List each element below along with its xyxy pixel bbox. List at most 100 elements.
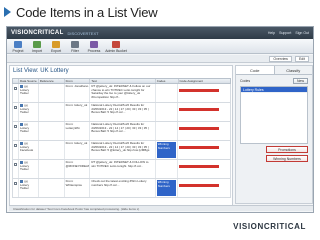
import-icon: [33, 41, 41, 48]
source-cell: UK Lottery Twitter: [19, 122, 39, 140]
reference-cell: [39, 160, 65, 178]
table-row[interactable]: UK Lottery Twitter From: @MONEYDREAM RT @j…: [12, 160, 231, 179]
admin-bucket-button[interactable]: Admin Bucket: [104, 39, 128, 53]
codes-row: Codes New: [240, 78, 308, 84]
code-list-item-lottery-rules[interactable]: Lottery Rules: [241, 87, 307, 93]
slide-title: Code Items in a List View: [4, 3, 158, 21]
source-cell: UK Lottery Twitter: [19, 179, 39, 197]
text-cell: RT @jettery_uk: INTERNET & Follow on our…: [90, 84, 156, 102]
tab-classify[interactable]: Classify: [275, 66, 313, 74]
code-panel: Code Classify Codes New Lottery Rules Pr…: [235, 65, 313, 204]
export-icon: [52, 41, 60, 48]
import-button[interactable]: Import: [28, 39, 46, 53]
filter-icon: [71, 41, 79, 48]
codes-cell: [156, 122, 179, 140]
list-view-panel: List View: UK Lottery Data Source Refere…: [9, 65, 233, 211]
column-header-text[interactable]: Text: [90, 79, 156, 83]
codes-cell: Winning Numbers: [156, 179, 179, 197]
edit-view-button[interactable]: Edit: [294, 55, 309, 62]
code-tag[interactable]: Winning Numbers: [156, 180, 177, 196]
app-logo: VISIONCRITICAL: [11, 30, 64, 36]
reference-cell: [39, 179, 65, 197]
code-assignment-bar: [179, 89, 220, 92]
code-assignment-cell: [178, 103, 230, 121]
reference-cell: [39, 84, 65, 102]
toolbar: Project Import Export Filter Process Adm…: [7, 39, 313, 54]
table-row[interactable]: UK Lottery Facebook From: lottery_uk Natio…: [12, 141, 231, 160]
from-cell: From: Jonathano: [65, 84, 91, 102]
app-logo-sub: DISCOVERTEXT: [67, 30, 99, 36]
code-assignment-cell: [178, 84, 230, 102]
list-title: List View: UK Lottery: [13, 68, 69, 74]
help-link[interactable]: Help: [268, 31, 275, 35]
table-row[interactable]: UK Lottery Twitter From: lottery_uk Nation…: [12, 103, 231, 122]
code-assignment-cell: [178, 179, 230, 197]
code-button-winning-numbers[interactable]: Winning Numbers: [266, 155, 308, 162]
from-cell: From: Writtenspice: [65, 179, 91, 197]
from-cell: From: @MONEYDREAM: [65, 160, 91, 178]
column-header-reference[interactable]: Reference: [39, 79, 65, 83]
row-checkbox[interactable]: [14, 106, 17, 109]
app-screenshot: VISIONCRITICAL DISCOVERTEXT Help Support…: [6, 26, 314, 213]
codes-cell: [156, 160, 179, 178]
text-cell: National Lottery #LottoPlus5 Results for…: [90, 103, 156, 121]
sign-out-link[interactable]: Sign Out: [295, 31, 309, 35]
code-assignment-bar: [179, 184, 220, 187]
app-topbar: VISIONCRITICAL DISCOVERTEXT Help Support…: [7, 27, 313, 39]
code-assignment-cell: [178, 141, 230, 159]
reference-cell: [39, 122, 65, 140]
column-header-code-assignment[interactable]: Code Assignment: [179, 79, 231, 83]
text-cell: National Lottery #LottoPlus5 Results for…: [90, 141, 156, 159]
project-icon: [14, 41, 22, 48]
process-button[interactable]: Process: [85, 39, 103, 53]
code-assignment-bar: [179, 108, 220, 111]
slide-title-text: Code Items in a List View: [16, 4, 158, 20]
brand-logo: VISIONCRITICAL: [233, 222, 306, 231]
column-header-source[interactable]: Data Source: [19, 79, 39, 83]
codes-cell: Winning Numbers: [156, 141, 179, 159]
text-cell: Check out the latest exciting #Win Lotte…: [90, 179, 156, 197]
code-list: Lottery Rules: [240, 86, 308, 144]
codes-label: Codes: [240, 79, 251, 83]
row-checkbox[interactable]: [14, 125, 17, 128]
source-cell: UK Lottery Twitter: [19, 160, 39, 178]
row-checkbox[interactable]: [14, 163, 17, 166]
overview-button[interactable]: Overview: [269, 55, 292, 62]
source-cell: UK Lottery Facebook: [19, 141, 39, 159]
items-table: Data Source Reference From Text Codes Co…: [12, 78, 231, 198]
process-icon: [90, 41, 98, 48]
code-assignment-bar: [179, 146, 220, 149]
panel-tabs: Code Classify: [236, 66, 312, 75]
text-cell: National Lottery #LottoPlus5 Results for…: [90, 122, 156, 140]
reference-cell: [39, 141, 65, 159]
table-row[interactable]: UK Lottery Twitter From: Writtenspice Chec…: [12, 179, 231, 198]
code-button-promotions[interactable]: Promotions: [266, 146, 308, 153]
filter-button[interactable]: Filter: [66, 39, 84, 53]
secondary-bar: Overview Edit: [7, 55, 313, 63]
row-checkbox[interactable]: [14, 144, 17, 147]
table-row[interactable]: UK Lottery Twitter From: Jonathano RT @jet…: [12, 84, 231, 103]
from-cell: From: LotteryWin: [65, 122, 91, 140]
row-checkbox[interactable]: [14, 182, 17, 185]
tab-code[interactable]: Code: [236, 66, 275, 74]
export-button[interactable]: Export: [47, 39, 65, 53]
code-assignment-bar: [179, 165, 220, 168]
column-header-codes[interactable]: Codes: [156, 79, 179, 83]
project-button[interactable]: Project: [9, 39, 27, 53]
source-cell: UK Lottery Twitter: [19, 84, 39, 102]
code-tag[interactable]: Winning Numbers: [156, 142, 177, 158]
code-assignment-bar: [179, 127, 220, 130]
text-cell: RT @jettery_uk: INTERNET & FOLLOW to win…: [90, 160, 156, 178]
codes-cell: [156, 103, 179, 121]
column-header-from[interactable]: From: [65, 79, 91, 83]
new-code-button[interactable]: New: [292, 78, 308, 84]
from-cell: From: lottery_uk: [65, 103, 91, 121]
row-checkbox[interactable]: [14, 87, 17, 90]
code-assignment-cell: [178, 160, 230, 178]
codes-cell: [156, 84, 179, 102]
support-link[interactable]: Support: [279, 31, 291, 35]
code-assignment-cell: [178, 122, 230, 140]
bullet-arrow-icon: [4, 7, 11, 17]
table-row[interactable]: UK Lottery Twitter From: LotteryWin Nation…: [12, 122, 231, 141]
from-cell: From: lottery_uk: [65, 141, 91, 159]
